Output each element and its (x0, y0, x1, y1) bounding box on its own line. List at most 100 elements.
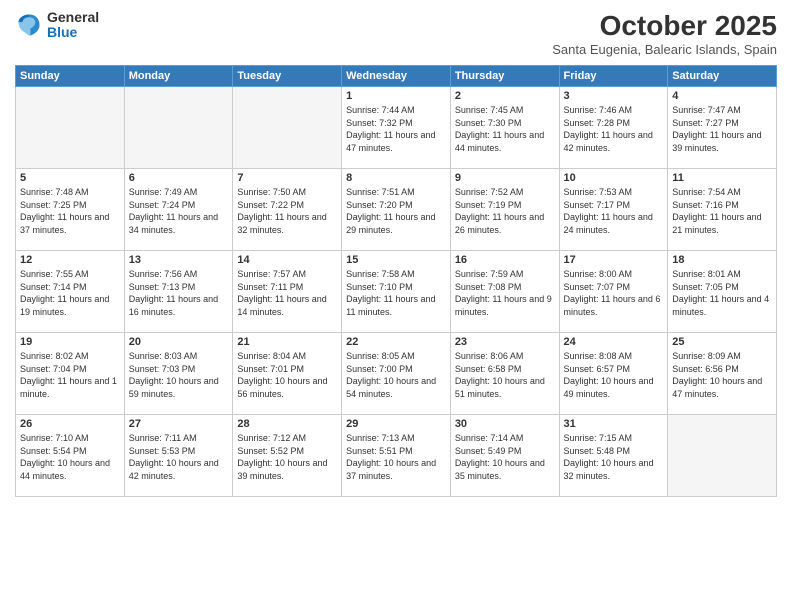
day-number: 11 (672, 172, 772, 184)
week-row-3: 12Sunrise: 7:55 AM Sunset: 7:14 PM Dayli… (16, 251, 777, 333)
week-row-4: 19 Sunrise: 8:02 AM Sunset: 7:04 PM Dayli… (16, 333, 777, 415)
logo-text: General Blue (47, 10, 99, 41)
weekday-header-row: Sunday Monday Tuesday Wednesday Thursday… (16, 66, 777, 87)
day-info: Sunrise: 7:49 AM Sunset: 7:24 PM Dayligh… (129, 186, 229, 236)
header-monday: Monday (124, 66, 233, 87)
calendar-cell: 14 Sunrise: 7:57 AM Sunset: 7:11 PM Dayli… (233, 251, 342, 333)
calendar-cell: 20Sunrise: 8:03 AM Sunset: 7:03 PM Dayli… (124, 333, 233, 415)
day-info: Sunrise: 8:09 AM Sunset: 6:56 PM Dayligh… (672, 350, 772, 400)
day-number: 14 (237, 254, 337, 266)
header-friday: Friday (559, 66, 668, 87)
day-info: Sunrise: 7:51 AM Sunset: 7:20 PM Dayligh… (346, 186, 446, 236)
calendar-cell: 17Sunrise: 8:00 AM Sunset: 7:07 PM Dayli… (559, 251, 668, 333)
day-info: Sunrise: 7:57 AM Sunset: 7:11 PM Dayligh… (237, 268, 337, 318)
calendar-cell: 12Sunrise: 7:55 AM Sunset: 7:14 PM Dayli… (16, 251, 125, 333)
day-number: 1 (346, 90, 446, 102)
day-info: Sunrise: 8:05 AM Sunset: 7:00 PM Dayligh… (346, 350, 446, 400)
header-tuesday: Tuesday (233, 66, 342, 87)
calendar-cell: 1Sunrise: 7:44 AM Sunset: 7:32 PM Daylig… (342, 87, 451, 169)
calendar-cell: 19 Sunrise: 8:02 AM Sunset: 7:04 PM Dayli… (16, 333, 125, 415)
calendar-cell: 2 Sunrise: 7:45 AM Sunset: 7:30 PM Daylig… (450, 87, 559, 169)
calendar-cell: 24 Sunrise: 8:08 AM Sunset: 6:57 PM Dayli… (559, 333, 668, 415)
calendar-cell: 29 Sunrise: 7:13 AM Sunset: 5:51 PM Dayli… (342, 415, 451, 497)
day-info: Sunrise: 7:13 AM Sunset: 5:51 PM Dayligh… (346, 432, 446, 482)
logo-general-text: General (47, 10, 99, 25)
calendar-cell (668, 415, 777, 497)
month-title: October 2025 (552, 10, 777, 42)
calendar-cell: 5 Sunrise: 7:48 AM Sunset: 7:25 PM Daylig… (16, 169, 125, 251)
day-number: 26 (20, 418, 120, 430)
calendar-cell: 22 Sunrise: 8:05 AM Sunset: 7:00 PM Dayli… (342, 333, 451, 415)
day-info: Sunrise: 7:12 AM Sunset: 5:52 PM Dayligh… (237, 432, 337, 482)
day-number: 29 (346, 418, 446, 430)
day-number: 5 (20, 172, 120, 184)
calendar-cell: 8Sunrise: 7:51 AM Sunset: 7:20 PM Daylig… (342, 169, 451, 251)
day-number: 18 (672, 254, 772, 266)
day-info: Sunrise: 7:45 AM Sunset: 7:30 PM Dayligh… (455, 104, 555, 154)
header-sunday: Sunday (16, 66, 125, 87)
day-number: 19 (20, 336, 120, 348)
day-number: 13 (129, 254, 229, 266)
calendar-cell: 15 Sunrise: 7:58 AM Sunset: 7:10 PM Dayli… (342, 251, 451, 333)
day-number: 9 (455, 172, 555, 184)
day-info: Sunrise: 8:01 AM Sunset: 7:05 PM Dayligh… (672, 268, 772, 318)
location-subtitle: Santa Eugenia, Balearic Islands, Spain (552, 42, 777, 57)
day-number: 15 (346, 254, 446, 266)
calendar-cell (124, 87, 233, 169)
calendar-cell: 23Sunrise: 8:06 AM Sunset: 6:58 PM Dayli… (450, 333, 559, 415)
day-number: 20 (129, 336, 229, 348)
page: General Blue October 2025 Santa Eugenia,… (0, 0, 792, 612)
day-number: 17 (564, 254, 664, 266)
day-info: Sunrise: 7:58 AM Sunset: 7:10 PM Dayligh… (346, 268, 446, 318)
day-info: Sunrise: 7:59 AM Sunset: 7:08 PM Dayligh… (455, 268, 555, 318)
day-number: 12 (20, 254, 120, 266)
day-number: 31 (564, 418, 664, 430)
logo-blue-text: Blue (47, 25, 99, 40)
day-number: 22 (346, 336, 446, 348)
header-thursday: Thursday (450, 66, 559, 87)
day-number: 2 (455, 90, 555, 102)
day-info: Sunrise: 8:02 AM Sunset: 7:04 PM Dayligh… (20, 350, 120, 400)
day-number: 27 (129, 418, 229, 430)
day-number: 24 (564, 336, 664, 348)
calendar-cell: 30 Sunrise: 7:14 AM Sunset: 5:49 PM Dayli… (450, 415, 559, 497)
day-number: 10 (564, 172, 664, 184)
day-info: Sunrise: 8:08 AM Sunset: 6:57 PM Dayligh… (564, 350, 664, 400)
calendar-cell (233, 87, 342, 169)
day-info: Sunrise: 7:10 AM Sunset: 5:54 PM Dayligh… (20, 432, 120, 482)
day-info: Sunrise: 8:04 AM Sunset: 7:01 PM Dayligh… (237, 350, 337, 400)
day-number: 3 (564, 90, 664, 102)
calendar-cell: 7 Sunrise: 7:50 AM Sunset: 7:22 PM Daylig… (233, 169, 342, 251)
logo: General Blue (15, 10, 99, 41)
day-info: Sunrise: 7:11 AM Sunset: 5:53 PM Dayligh… (129, 432, 229, 482)
logo-icon (15, 11, 43, 39)
day-info: Sunrise: 7:50 AM Sunset: 7:22 PM Dayligh… (237, 186, 337, 236)
title-block: October 2025 Santa Eugenia, Balearic Isl… (552, 10, 777, 57)
day-number: 21 (237, 336, 337, 348)
day-info: Sunrise: 7:54 AM Sunset: 7:16 PM Dayligh… (672, 186, 772, 236)
day-number: 30 (455, 418, 555, 430)
calendar-cell: 31Sunrise: 7:15 AM Sunset: 5:48 PM Dayli… (559, 415, 668, 497)
day-info: Sunrise: 7:14 AM Sunset: 5:49 PM Dayligh… (455, 432, 555, 482)
day-info: Sunrise: 7:46 AM Sunset: 7:28 PM Dayligh… (564, 104, 664, 154)
calendar-cell: 13Sunrise: 7:56 AM Sunset: 7:13 PM Dayli… (124, 251, 233, 333)
week-row-1: 1Sunrise: 7:44 AM Sunset: 7:32 PM Daylig… (16, 87, 777, 169)
day-number: 16 (455, 254, 555, 266)
week-row-5: 26 Sunrise: 7:10 AM Sunset: 5:54 PM Dayli… (16, 415, 777, 497)
calendar-table: Sunday Monday Tuesday Wednesday Thursday… (15, 65, 777, 497)
calendar-cell: 4 Sunrise: 7:47 AM Sunset: 7:27 PM Daylig… (668, 87, 777, 169)
day-info: Sunrise: 7:47 AM Sunset: 7:27 PM Dayligh… (672, 104, 772, 154)
day-number: 7 (237, 172, 337, 184)
calendar-cell: 3 Sunrise: 7:46 AM Sunset: 7:28 PM Daylig… (559, 87, 668, 169)
day-number: 4 (672, 90, 772, 102)
calendar-cell: 25 Sunrise: 8:09 AM Sunset: 6:56 PM Dayli… (668, 333, 777, 415)
calendar-cell: 26 Sunrise: 7:10 AM Sunset: 5:54 PM Dayli… (16, 415, 125, 497)
day-info: Sunrise: 7:52 AM Sunset: 7:19 PM Dayligh… (455, 186, 555, 236)
day-number: 23 (455, 336, 555, 348)
day-number: 6 (129, 172, 229, 184)
day-info: Sunrise: 7:48 AM Sunset: 7:25 PM Dayligh… (20, 186, 120, 236)
calendar-cell (16, 87, 125, 169)
calendar-cell: 16 Sunrise: 7:59 AM Sunset: 7:08 PM Dayli… (450, 251, 559, 333)
calendar-cell: 10Sunrise: 7:53 AM Sunset: 7:17 PM Dayli… (559, 169, 668, 251)
day-number: 25 (672, 336, 772, 348)
